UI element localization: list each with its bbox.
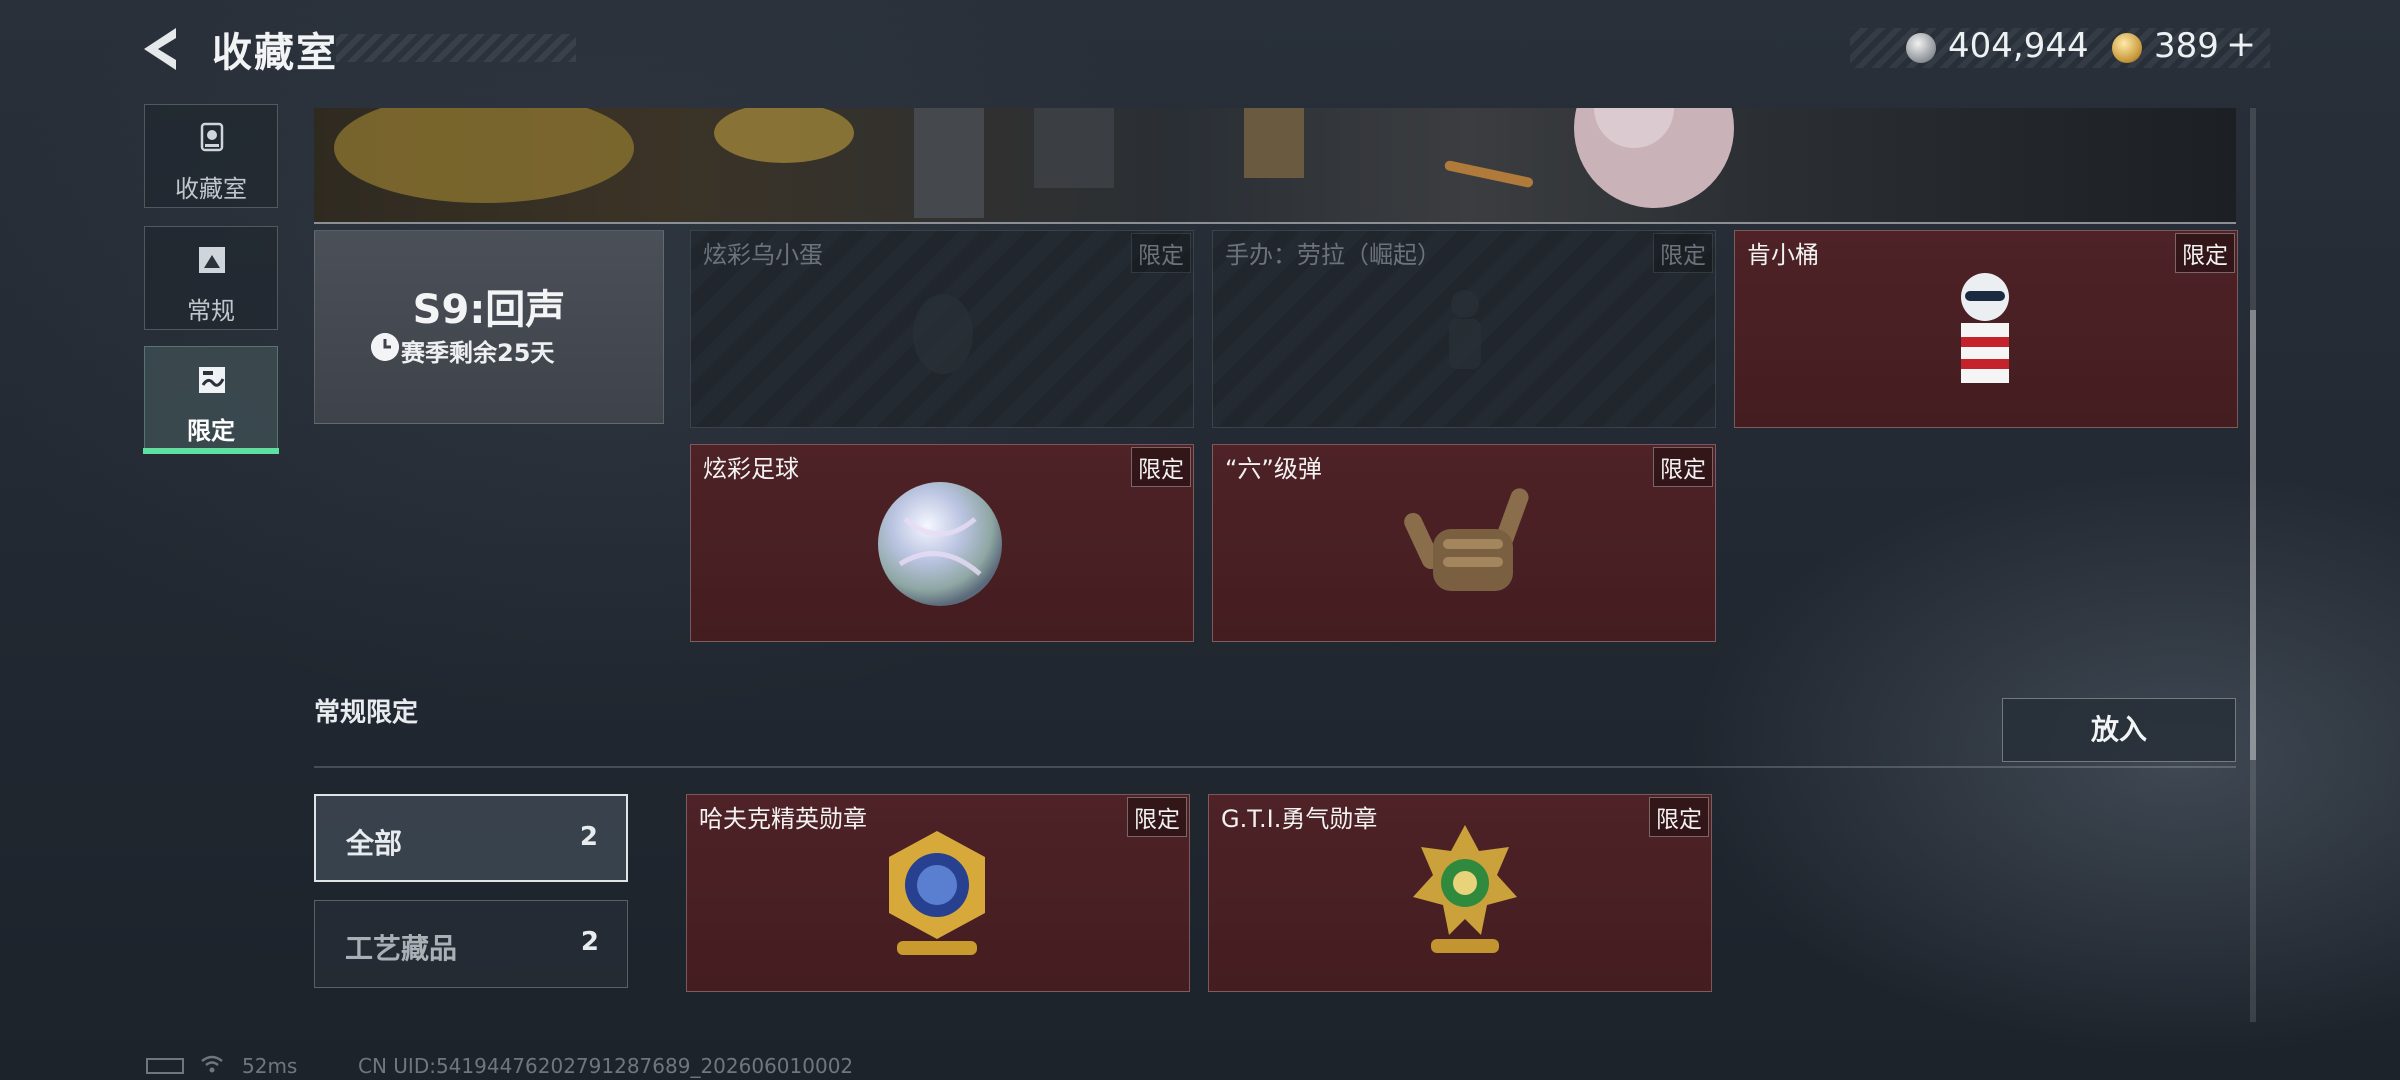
collectible-card[interactable]: 哈夫克精英勋章 限定 (686, 794, 1190, 992)
collectible-name: 哈夫克精英勋章 (699, 805, 867, 833)
filter-all[interactable]: 全部 2 (314, 794, 628, 882)
wifi-icon (201, 1055, 223, 1073)
haavk-elite-medal-icon (889, 831, 985, 955)
collection-banner-image (314, 108, 2236, 224)
filter-craft-collectibles[interactable]: 工艺藏品 2 (314, 900, 628, 988)
active-tab-indicator (143, 448, 279, 454)
sidebar-item-limited[interactable]: 限定 (144, 346, 278, 450)
limited-badge: 限定 (1649, 797, 1709, 837)
place-button[interactable]: 放入 (2002, 698, 2236, 762)
scrollbar-thumb[interactable] (2250, 310, 2256, 760)
collectible-card[interactable]: 炫彩乌小蛋 限定 (690, 230, 1194, 428)
collectible-name: 手办：劳拉（崛起） (1225, 241, 1441, 269)
limited-badge: 限定 (1131, 447, 1191, 487)
sidebar-item-label: 收藏室 (175, 175, 247, 203)
collectible-name: 炫彩乌小蛋 (703, 241, 823, 269)
user-uid: CN UID:54194476202791287689_202606010002 (358, 1054, 854, 1078)
sidebar-item-label: 限定 (187, 417, 235, 445)
collectible-name: 炫彩足球 (703, 455, 799, 483)
section-divider (314, 766, 2236, 768)
sidebar-item-collection-room[interactable]: 收藏室 (144, 104, 278, 208)
egg-silhouette-icon (913, 294, 973, 374)
season-card: S9:回声 赛季剩余25天 (314, 230, 664, 424)
filter-label: 工艺藏品 (345, 932, 458, 965)
title-decoration (336, 34, 576, 62)
collectible-name: G.T.I.勇气勋章 (1221, 805, 1378, 833)
back-arrow-icon[interactable] (140, 24, 190, 74)
figure-silhouette-icon (1449, 290, 1481, 369)
filter-count: 2 (579, 822, 598, 852)
hand-sign-figure-icon (1404, 488, 1529, 591)
collectible-card[interactable]: “六”级弹 限定 (1212, 444, 1716, 642)
collectible-card[interactable]: 肯小桶 限定 (1734, 230, 2238, 428)
picture-icon (199, 247, 225, 273)
limited-badge: 限定 (1653, 233, 1713, 273)
sidebar-item-label: 常规 (187, 297, 235, 325)
filter-label: 全部 (346, 827, 403, 860)
filter-count: 2 (580, 927, 599, 957)
gti-courage-medal-icon (1413, 825, 1517, 953)
iridescent-football-icon (878, 482, 1002, 606)
collectible-card[interactable]: 手办：劳拉（崛起） 限定 (1212, 230, 1716, 428)
collectible-name: “六”级弹 (1225, 455, 1322, 483)
season-title: S9:回声 (412, 287, 566, 333)
clock-icon (371, 333, 399, 361)
limited-badge: 限定 (1127, 797, 1187, 837)
silver-currency-value: 404,944 (1948, 26, 2089, 66)
ping-indicator: 52ms (242, 1054, 298, 1078)
sidebar-item-regular[interactable]: 常规 (144, 226, 278, 330)
limited-icon (199, 367, 225, 393)
collectible-card[interactable]: 炫彩足球 限定 (690, 444, 1194, 642)
silver-coin-icon (1906, 33, 1936, 63)
limited-badge: 限定 (1131, 233, 1191, 273)
add-currency-button[interactable]: + (2226, 24, 2256, 65)
collectible-card[interactable]: G.T.I.勇气勋章 限定 (1208, 794, 1712, 992)
section-title: 常规限定 (314, 698, 419, 728)
banner-scene (334, 108, 1734, 218)
kfc-bucket-figure-icon (1961, 273, 2009, 383)
limited-badge: 限定 (2175, 233, 2235, 273)
collectible-name: 肯小桶 (1747, 241, 1819, 269)
limited-badge: 限定 (1653, 447, 1713, 487)
page-title: 收藏室 (212, 30, 338, 76)
gold-coin-icon (2112, 33, 2142, 63)
gold-currency-value: 389 (2154, 26, 2219, 66)
trophy-icon (200, 122, 224, 152)
battery-icon (146, 1058, 184, 1074)
season-remaining: 赛季剩余25天 (401, 339, 555, 367)
